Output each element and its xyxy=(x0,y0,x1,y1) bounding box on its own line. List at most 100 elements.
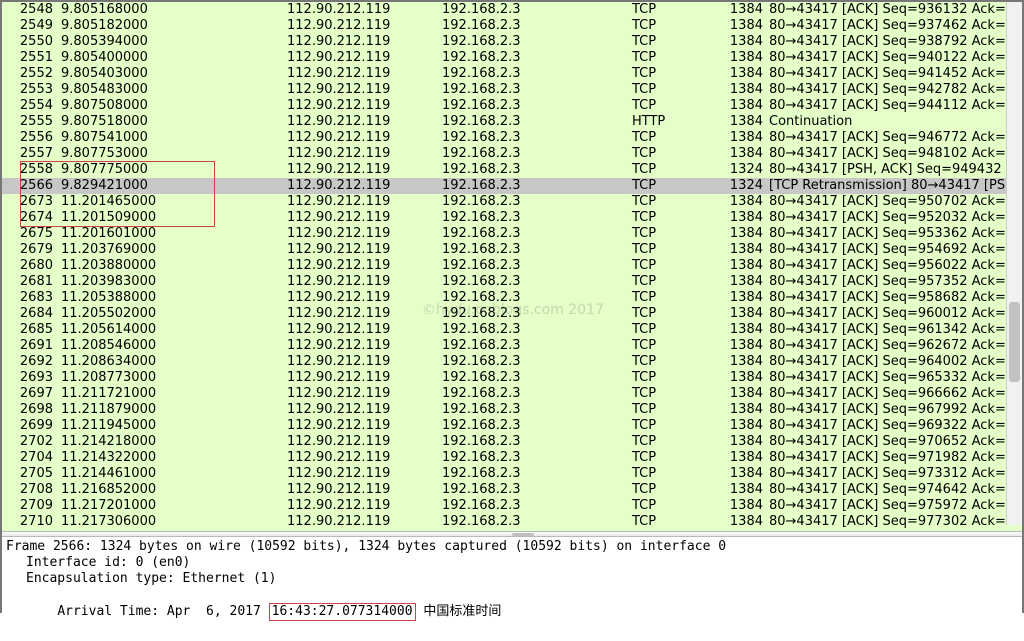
packet-row[interactable]: 270911.217201000112.90.212.119192.168.2.… xyxy=(2,498,1022,514)
packet-info: 80→43417 [ACK] Seq=969322 Ack=1 Win xyxy=(767,418,1022,434)
packet-dest: 192.168.2.3 xyxy=(442,34,632,50)
packet-protocol: TCP xyxy=(632,450,712,466)
packet-dest: 192.168.2.3 xyxy=(442,418,632,434)
packet-length: 1384 xyxy=(712,210,767,226)
packet-time: 9.829421000 xyxy=(57,178,287,194)
packet-info: 80→43417 [ACK] Seq=974642 Ack=1 Win xyxy=(767,482,1022,498)
packet-row[interactable]: 268011.203880000112.90.212.119192.168.2.… xyxy=(2,258,1022,274)
packet-source: 112.90.212.119 xyxy=(287,322,442,338)
packet-row[interactable]: 25589.807775000112.90.212.119192.168.2.3… xyxy=(2,162,1022,178)
packet-info: 80→43417 [ACK] Seq=970652 Ack=1 Win xyxy=(767,434,1022,450)
packet-length: 1384 xyxy=(712,258,767,274)
packet-info: 80→43417 [ACK] Seq=936132 Ack=1 Win xyxy=(767,2,1022,18)
packet-protocol: TCP xyxy=(632,2,712,18)
packet-row[interactable]: 269211.208634000112.90.212.119192.168.2.… xyxy=(2,354,1022,370)
packet-row[interactable]: 269711.211721000112.90.212.119192.168.2.… xyxy=(2,386,1022,402)
scrollbar-thumb[interactable] xyxy=(1009,302,1020,382)
packet-row[interactable]: 25489.805168000112.90.212.119192.168.2.3… xyxy=(2,2,1022,18)
interface-id-line[interactable]: Interface id: 0 (en0) xyxy=(6,555,1018,571)
packet-time: 11.214322000 xyxy=(57,450,287,466)
packet-source: 112.90.212.119 xyxy=(287,274,442,290)
packet-row[interactable]: 25499.805182000112.90.212.119192.168.2.3… xyxy=(2,18,1022,34)
frame-summary-line[interactable]: Frame 2566: 1324 bytes on wire (10592 bi… xyxy=(6,539,1018,555)
packet-row[interactable]: 267411.201509000112.90.212.119192.168.2.… xyxy=(2,210,1022,226)
encapsulation-line[interactable]: Encapsulation type: Ethernet (1) xyxy=(6,571,1018,587)
packet-no: 2698 xyxy=(2,402,57,418)
packet-info: 80→43417 [ACK] Seq=965332 Ack=1 Win xyxy=(767,370,1022,386)
packet-info: 80→43417 [ACK] Seq=977302 Ack=1 Win xyxy=(767,514,1022,530)
packet-no: 2692 xyxy=(2,354,57,370)
packet-protocol: TCP xyxy=(632,18,712,34)
packet-source: 112.90.212.119 xyxy=(287,338,442,354)
packet-length: 1384 xyxy=(712,306,767,322)
arrival-time-line[interactable]: Arrival Time: Apr 6, 2017 16:43:27.07731… xyxy=(6,587,1018,637)
packet-time: 11.201509000 xyxy=(57,210,287,226)
packet-row[interactable]: 25569.807541000112.90.212.119192.168.2.3… xyxy=(2,130,1022,146)
packet-length: 1384 xyxy=(712,338,767,354)
packet-length: 1384 xyxy=(712,146,767,162)
packet-row[interactable]: 270211.214218000112.90.212.119192.168.2.… xyxy=(2,434,1022,450)
packet-length: 1384 xyxy=(712,50,767,66)
packet-dest: 192.168.2.3 xyxy=(442,130,632,146)
packet-row[interactable]: 269811.211879000112.90.212.119192.168.2.… xyxy=(2,402,1022,418)
packet-protocol: TCP xyxy=(632,354,712,370)
packet-no: 2549 xyxy=(2,18,57,34)
packet-no: 2681 xyxy=(2,274,57,290)
packet-row[interactable]: 25519.805400000112.90.212.119192.168.2.3… xyxy=(2,50,1022,66)
packet-protocol: TCP xyxy=(632,178,712,194)
packet-no: 2675 xyxy=(2,226,57,242)
packet-length: 1384 xyxy=(712,82,767,98)
packet-length: 1384 xyxy=(712,498,767,514)
packet-length: 1384 xyxy=(712,98,767,114)
packet-protocol: TCP xyxy=(632,402,712,418)
packet-row[interactable]: 25549.807508000112.90.212.119192.168.2.3… xyxy=(2,98,1022,114)
packet-info: 80→43417 [ACK] Seq=954692 Ack=1 Win xyxy=(767,242,1022,258)
packet-details-pane[interactable]: Frame 2566: 1324 bytes on wire (10592 bi… xyxy=(2,537,1022,641)
arrival-suffix: 中国标准时间 xyxy=(416,604,502,619)
packet-time: 11.208546000 xyxy=(57,338,287,354)
packet-row[interactable]: 25669.829421000112.90.212.119192.168.2.3… xyxy=(2,178,1022,194)
packet-length: 1384 xyxy=(712,226,767,242)
packet-row[interactable]: 25509.805394000112.90.212.119192.168.2.3… xyxy=(2,34,1022,50)
packet-no: 2553 xyxy=(2,82,57,98)
packet-time: 11.214461000 xyxy=(57,466,287,482)
pane-divider[interactable] xyxy=(2,531,1022,537)
packet-no: 2684 xyxy=(2,306,57,322)
packet-row[interactable]: 269911.211945000112.90.212.119192.168.2.… xyxy=(2,418,1022,434)
packet-time: 11.203983000 xyxy=(57,274,287,290)
packet-row[interactable]: 271011.217306000112.90.212.119192.168.2.… xyxy=(2,514,1022,530)
packet-row[interactable]: 25529.805403000112.90.212.119192.168.2.3… xyxy=(2,66,1022,82)
packet-info: Continuation xyxy=(767,114,1022,130)
packet-length: 1384 xyxy=(712,274,767,290)
packet-length: 1384 xyxy=(712,370,767,386)
packet-info: 80→43417 [PSH, ACK] Seq=949432 Ack= xyxy=(767,162,1022,178)
packet-row[interactable]: 269111.208546000112.90.212.119192.168.2.… xyxy=(2,338,1022,354)
packet-row[interactable]: 267511.201601000112.90.212.119192.168.2.… xyxy=(2,226,1022,242)
packet-info: [TCP Retransmission] 80→43417 [PSH, xyxy=(767,178,1022,194)
packet-row[interactable]: 270511.214461000112.90.212.119192.168.2.… xyxy=(2,466,1022,482)
packet-time: 11.211879000 xyxy=(57,402,287,418)
packet-time: 9.807541000 xyxy=(57,130,287,146)
packet-dest: 192.168.2.3 xyxy=(442,306,632,322)
packet-row[interactable]: 268311.205388000112.90.212.119192.168.2.… xyxy=(2,290,1022,306)
packet-length: 1384 xyxy=(712,482,767,498)
packet-row[interactable]: 267911.203769000112.90.212.119192.168.2.… xyxy=(2,242,1022,258)
packet-row[interactable]: 269311.208773000112.90.212.119192.168.2.… xyxy=(2,370,1022,386)
packet-info: 80→43417 [ACK] Seq=937462 Ack=1 Win xyxy=(767,18,1022,34)
packet-row[interactable]: 268511.205614000112.90.212.119192.168.2.… xyxy=(2,322,1022,338)
vertical-scrollbar[interactable] xyxy=(1006,2,1022,525)
packet-row[interactable]: 25559.807518000112.90.212.119192.168.2.3… xyxy=(2,114,1022,130)
packet-dest: 192.168.2.3 xyxy=(442,466,632,482)
packet-row[interactable]: 267311.201465000112.90.212.119192.168.2.… xyxy=(2,194,1022,210)
packet-row[interactable]: 268411.205502000112.90.212.119192.168.2.… xyxy=(2,306,1022,322)
packet-row[interactable]: 25579.807753000112.90.212.119192.168.2.3… xyxy=(2,146,1022,162)
packet-row[interactable]: 270411.214322000112.90.212.119192.168.2.… xyxy=(2,450,1022,466)
packet-dest: 192.168.2.3 xyxy=(442,434,632,450)
packet-source: 112.90.212.119 xyxy=(287,50,442,66)
packet-row[interactable]: 268111.203983000112.90.212.119192.168.2.… xyxy=(2,274,1022,290)
packet-list-pane[interactable]: 25489.805168000112.90.212.119192.168.2.3… xyxy=(2,2,1022,531)
packet-row[interactable]: 270811.216852000112.90.212.119192.168.2.… xyxy=(2,482,1022,498)
packet-no: 2554 xyxy=(2,98,57,114)
packet-dest: 192.168.2.3 xyxy=(442,450,632,466)
packet-row[interactable]: 25539.805483000112.90.212.119192.168.2.3… xyxy=(2,82,1022,98)
